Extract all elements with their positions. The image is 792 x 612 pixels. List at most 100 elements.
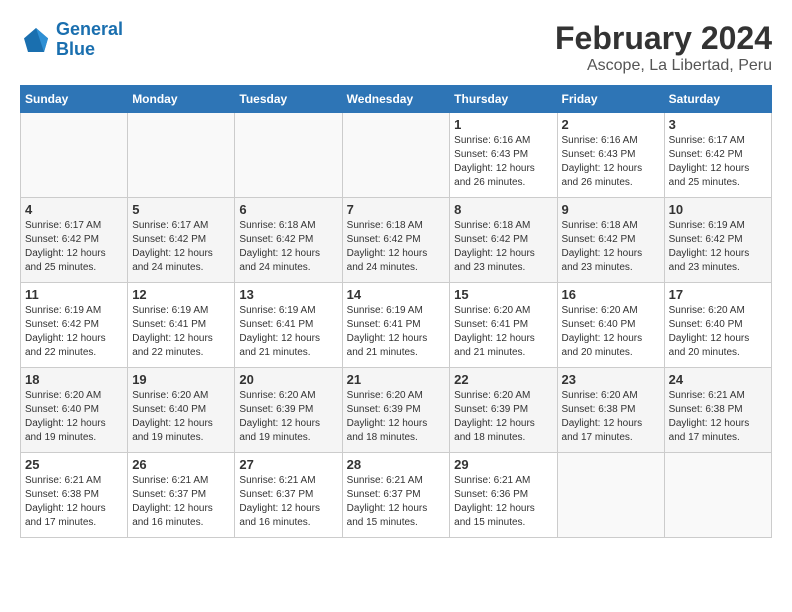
- day-number: 7: [347, 202, 446, 217]
- calendar-cell: 29 Sunrise: 6:21 AM Sunset: 6:36 PM Dayli…: [450, 453, 557, 538]
- calendar-week-4: 18 Sunrise: 6:20 AM Sunset: 6:40 PM Dayli…: [21, 368, 772, 453]
- calendar-cell: 28 Sunrise: 6:21 AM Sunset: 6:37 PM Dayli…: [342, 453, 450, 538]
- calendar-cell: 7 Sunrise: 6:18 AM Sunset: 6:42 PM Daylig…: [342, 198, 450, 283]
- calendar-table: SundayMondayTuesdayWednesdayThursdayFrid…: [20, 85, 772, 538]
- day-info: Sunrise: 6:19 AM Sunset: 6:42 PM Dayligh…: [669, 219, 767, 275]
- day-number: 9: [562, 202, 660, 217]
- calendar-cell: 3 Sunrise: 6:17 AM Sunset: 6:42 PM Daylig…: [664, 113, 771, 198]
- day-info: Sunrise: 6:20 AM Sunset: 6:40 PM Dayligh…: [562, 304, 660, 360]
- calendar-cell: 23 Sunrise: 6:20 AM Sunset: 6:38 PM Dayli…: [557, 368, 664, 453]
- calendar-cell: 26 Sunrise: 6:21 AM Sunset: 6:37 PM Dayli…: [128, 453, 235, 538]
- calendar-week-1: 1 Sunrise: 6:16 AM Sunset: 6:43 PM Daylig…: [21, 113, 772, 198]
- day-info: Sunrise: 6:19 AM Sunset: 6:41 PM Dayligh…: [132, 304, 230, 360]
- day-info: Sunrise: 6:20 AM Sunset: 6:39 PM Dayligh…: [239, 389, 337, 445]
- calendar-cell: 13 Sunrise: 6:19 AM Sunset: 6:41 PM Dayli…: [235, 283, 342, 368]
- calendar-cell: 18 Sunrise: 6:20 AM Sunset: 6:40 PM Dayli…: [21, 368, 128, 453]
- day-number: 12: [132, 287, 230, 302]
- day-number: 29: [454, 457, 552, 472]
- logo-icon: [20, 24, 52, 56]
- weekday-header-tuesday: Tuesday: [235, 86, 342, 113]
- calendar-cell: 14Sunrise: 6:19 AM Sunset: 6:41 PM Dayli…: [342, 283, 450, 368]
- calendar-cell: 19 Sunrise: 6:20 AM Sunset: 6:40 PM Dayli…: [128, 368, 235, 453]
- calendar-cell: 8 Sunrise: 6:18 AM Sunset: 6:42 PM Daylig…: [450, 198, 557, 283]
- day-number: 3: [669, 117, 767, 132]
- weekday-header-wednesday: Wednesday: [342, 86, 450, 113]
- calendar-cell: 25Sunrise: 6:21 AM Sunset: 6:38 PM Dayli…: [21, 453, 128, 538]
- calendar-cell: [664, 453, 771, 538]
- day-number: 22: [454, 372, 552, 387]
- day-number: 1: [454, 117, 552, 132]
- day-info: Sunrise: 6:20 AM Sunset: 6:40 PM Dayligh…: [132, 389, 230, 445]
- calendar-cell: 10 Sunrise: 6:19 AM Sunset: 6:42 PM Dayli…: [664, 198, 771, 283]
- calendar-cell: 1 Sunrise: 6:16 AM Sunset: 6:43 PM Daylig…: [450, 113, 557, 198]
- day-number: 8: [454, 202, 552, 217]
- day-info: Sunrise: 6:18 AM Sunset: 6:42 PM Dayligh…: [562, 219, 660, 275]
- day-number: 2: [562, 117, 660, 132]
- page-subtitle: Ascope, La Libertad, Peru: [555, 57, 772, 75]
- day-number: 19: [132, 372, 230, 387]
- day-number: 15: [454, 287, 552, 302]
- day-info: Sunrise: 6:20 AM Sunset: 6:39 PM Dayligh…: [347, 389, 446, 445]
- page-title: February 2024: [555, 20, 772, 57]
- day-info: Sunrise: 6:19 AM Sunset: 6:41 PM Dayligh…: [347, 304, 446, 360]
- day-number: 28: [347, 457, 446, 472]
- day-number: 17: [669, 287, 767, 302]
- day-number: 10: [669, 202, 767, 217]
- weekday-header-saturday: Saturday: [664, 86, 771, 113]
- logo: General Blue: [20, 20, 123, 60]
- day-number: 6: [239, 202, 337, 217]
- day-info: Sunrise: 6:17 AM Sunset: 6:42 PM Dayligh…: [132, 219, 230, 275]
- weekday-header-sunday: Sunday: [21, 86, 128, 113]
- day-info: Sunrise: 6:21 AM Sunset: 6:37 PM Dayligh…: [347, 474, 446, 530]
- calendar-cell: 11 Sunrise: 6:19 AM Sunset: 6:42 PM Dayli…: [21, 283, 128, 368]
- day-info: Sunrise: 6:18 AM Sunset: 6:42 PM Dayligh…: [239, 219, 337, 275]
- day-info: Sunrise: 6:21 AM Sunset: 6:38 PM Dayligh…: [669, 389, 767, 445]
- day-info: Sunrise: 6:18 AM Sunset: 6:42 PM Dayligh…: [454, 219, 552, 275]
- calendar-week-2: 4 Sunrise: 6:17 AM Sunset: 6:42 PM Daylig…: [21, 198, 772, 283]
- day-info: Sunrise: 6:20 AM Sunset: 6:41 PM Dayligh…: [454, 304, 552, 360]
- calendar-cell: [235, 113, 342, 198]
- day-info: Sunrise: 6:19 AM Sunset: 6:42 PM Dayligh…: [25, 304, 123, 360]
- calendar-cell: 6 Sunrise: 6:18 AM Sunset: 6:42 PM Daylig…: [235, 198, 342, 283]
- day-number: 13: [239, 287, 337, 302]
- weekday-header-row: SundayMondayTuesdayWednesdayThursdayFrid…: [21, 86, 772, 113]
- calendar-cell: 21 Sunrise: 6:20 AM Sunset: 6:39 PM Dayli…: [342, 368, 450, 453]
- calendar-cell: [128, 113, 235, 198]
- day-info: Sunrise: 6:20 AM Sunset: 6:40 PM Dayligh…: [25, 389, 123, 445]
- calendar-cell: 9 Sunrise: 6:18 AM Sunset: 6:42 PM Daylig…: [557, 198, 664, 283]
- day-number: 4: [25, 202, 123, 217]
- day-info: Sunrise: 6:18 AM Sunset: 6:42 PM Dayligh…: [347, 219, 446, 275]
- day-info: Sunrise: 6:20 AM Sunset: 6:39 PM Dayligh…: [454, 389, 552, 445]
- day-info: Sunrise: 6:21 AM Sunset: 6:37 PM Dayligh…: [132, 474, 230, 530]
- day-number: 23: [562, 372, 660, 387]
- day-info: Sunrise: 6:17 AM Sunset: 6:42 PM Dayligh…: [669, 134, 767, 190]
- day-info: Sunrise: 6:19 AM Sunset: 6:41 PM Dayligh…: [239, 304, 337, 360]
- day-number: 24: [669, 372, 767, 387]
- calendar-cell: [342, 113, 450, 198]
- day-number: 25: [25, 457, 123, 472]
- day-info: Sunrise: 6:20 AM Sunset: 6:40 PM Dayligh…: [669, 304, 767, 360]
- logo-text: General Blue: [56, 20, 123, 60]
- weekday-header-friday: Friday: [557, 86, 664, 113]
- day-number: 20: [239, 372, 337, 387]
- day-number: 11: [25, 287, 123, 302]
- day-number: 26: [132, 457, 230, 472]
- day-number: 21: [347, 372, 446, 387]
- calendar-cell: 24 Sunrise: 6:21 AM Sunset: 6:38 PM Dayli…: [664, 368, 771, 453]
- calendar-cell: 16Sunrise: 6:20 AM Sunset: 6:40 PM Dayli…: [557, 283, 664, 368]
- calendar-cell: [21, 113, 128, 198]
- calendar-cell: 4 Sunrise: 6:17 AM Sunset: 6:42 PM Daylig…: [21, 198, 128, 283]
- day-info: Sunrise: 6:17 AM Sunset: 6:42 PM Dayligh…: [25, 219, 123, 275]
- header: General Blue February 2024 Ascope, La Li…: [20, 20, 772, 75]
- calendar-cell: 5Sunrise: 6:17 AM Sunset: 6:42 PM Daylig…: [128, 198, 235, 283]
- calendar-cell: 20 Sunrise: 6:20 AM Sunset: 6:39 PM Dayli…: [235, 368, 342, 453]
- day-info: Sunrise: 6:16 AM Sunset: 6:43 PM Dayligh…: [454, 134, 552, 190]
- title-area: February 2024 Ascope, La Libertad, Peru: [555, 20, 772, 75]
- calendar-cell: 17 Sunrise: 6:20 AM Sunset: 6:40 PM Dayli…: [664, 283, 771, 368]
- day-number: 18: [25, 372, 123, 387]
- calendar-cell: 12 Sunrise: 6:19 AM Sunset: 6:41 PM Dayli…: [128, 283, 235, 368]
- day-info: Sunrise: 6:21 AM Sunset: 6:36 PM Dayligh…: [454, 474, 552, 530]
- day-info: Sunrise: 6:20 AM Sunset: 6:38 PM Dayligh…: [562, 389, 660, 445]
- weekday-header-thursday: Thursday: [450, 86, 557, 113]
- calendar-cell: 27Sunrise: 6:21 AM Sunset: 6:37 PM Dayli…: [235, 453, 342, 538]
